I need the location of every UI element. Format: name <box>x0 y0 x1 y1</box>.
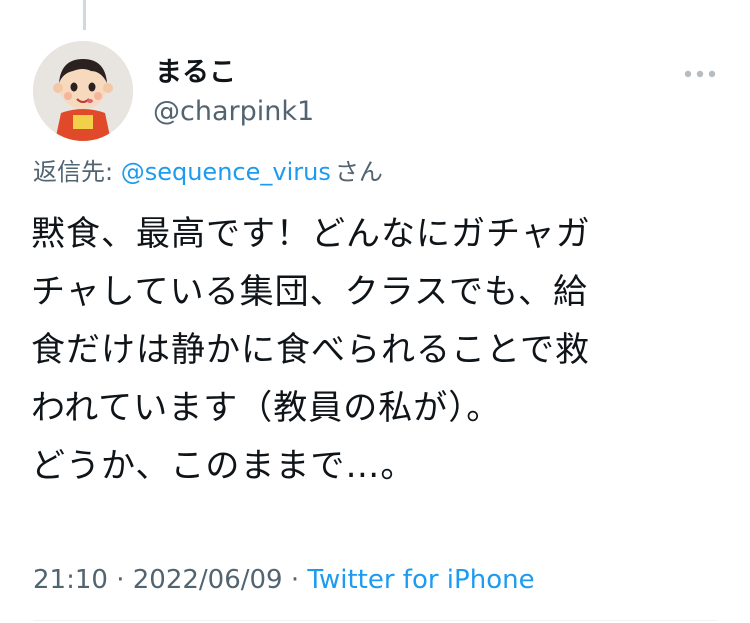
avatar[interactable] <box>33 41 133 141</box>
reply-suffix: さん <box>334 158 383 186</box>
tweet-source-link[interactable]: Twitter for iPhone <box>307 565 534 595</box>
divider <box>33 620 717 621</box>
tweet-detail: まるこ @charpink1 返信先: @sequence_virus さん 黙食… <box>0 0 750 623</box>
tweet-text: 黙食、最高です！どんなにガチャガ チャしている集団、クラスでも、給 食だけは静か… <box>31 205 721 495</box>
tweet-text-line: 黙食、最高です！どんなにガチャガ <box>31 214 591 254</box>
tweet-metadata: 21:10 · 2022/06/09 · Twitter for iPhone <box>33 563 535 597</box>
meta-separator: · <box>282 565 308 595</box>
doll-avatar-icon <box>33 41 133 141</box>
meta-separator: · <box>107 565 133 595</box>
thread-connector-line <box>83 0 86 30</box>
reply-context: 返信先: @sequence_virus さん <box>33 156 383 188</box>
reply-mention-link[interactable]: @sequence_virus <box>121 158 331 186</box>
tweet-text-line: チャしている集団、クラスでも、給 <box>31 272 588 312</box>
author-handle[interactable]: @charpink1 <box>153 95 314 129</box>
tweet-date[interactable]: 2022/06/09 <box>133 565 283 595</box>
tweet-text-line: どうか、このままで…。 <box>31 446 416 486</box>
more-horizontal-icon[interactable] <box>680 62 720 86</box>
tweet-time[interactable]: 21:10 <box>33 565 108 595</box>
tweet-text-line: 食だけは静かに食べられることで救 <box>31 330 590 370</box>
tweet-text-line: われています（教員の私が）。 <box>31 388 502 428</box>
author-display-name[interactable]: まるこ <box>155 56 236 90</box>
reply-prefix: 返信先: <box>33 158 121 186</box>
